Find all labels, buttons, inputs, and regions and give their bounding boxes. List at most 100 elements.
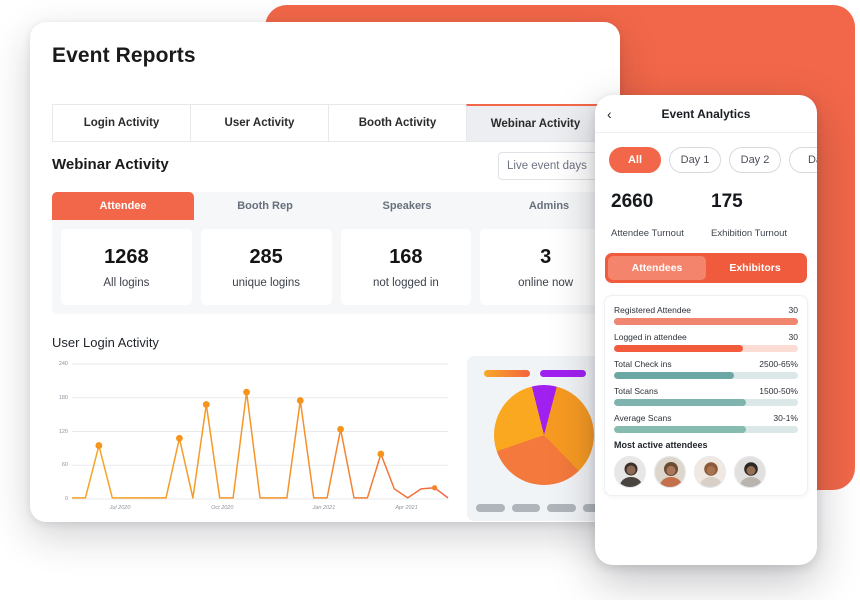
stat-card: 3 online now bbox=[480, 229, 611, 305]
report-tabs: Login Activity User Activity Booth Activ… bbox=[52, 104, 605, 142]
stat-card: 168 not logged in bbox=[340, 229, 472, 305]
attendee-avatar-3[interactable] bbox=[694, 456, 726, 488]
x-axis-tick: Jan 2021 bbox=[312, 505, 336, 511]
metric-header: Registered Attendee 30 bbox=[614, 305, 798, 315]
metric-name: Total Check ins bbox=[614, 359, 672, 369]
stat-value: 168 bbox=[389, 245, 423, 268]
metric-progress-track bbox=[614, 318, 798, 325]
stat-label: All logins bbox=[103, 276, 150, 289]
placeholder-bar bbox=[547, 504, 576, 512]
page-title: Event Reports bbox=[52, 44, 196, 67]
metric-row: Logged in attendee 30 bbox=[614, 332, 798, 352]
attendee-avatar-2[interactable] bbox=[654, 456, 686, 488]
audience-segmented-control: Attendees Exhibitors bbox=[605, 253, 807, 283]
metric-name: Total Scans bbox=[614, 386, 658, 396]
chart-title: User Login Activity bbox=[52, 335, 159, 350]
y-axis-tick: 0 bbox=[64, 496, 68, 502]
role-tab-speakers[interactable]: Speakers bbox=[336, 192, 478, 220]
turnout-stat: 175 Exhibition Turnout bbox=[711, 191, 811, 239]
segment-exhibitors[interactable]: Exhibitors bbox=[706, 256, 804, 280]
section-title: Webinar Activity bbox=[52, 156, 169, 173]
day-filter-all[interactable]: All bbox=[609, 147, 661, 173]
metric-progress-track bbox=[614, 399, 798, 406]
metric-name: Average Scans bbox=[614, 413, 672, 423]
stat-value: 285 bbox=[249, 245, 283, 268]
metric-value: 2500-65% bbox=[759, 359, 798, 369]
metric-row: Total Check ins 2500-65% bbox=[614, 359, 798, 379]
metric-header: Total Check ins 2500-65% bbox=[614, 359, 798, 369]
metric-progress-track bbox=[614, 426, 798, 433]
placeholder-bar bbox=[476, 504, 505, 512]
placeholder-bar bbox=[511, 504, 540, 512]
metric-progress-fill bbox=[614, 318, 798, 325]
pie-chart bbox=[494, 385, 594, 485]
metric-value: 1500-50% bbox=[759, 386, 798, 396]
metric-progress-fill bbox=[614, 426, 747, 433]
y-axis-tick: 120 bbox=[58, 428, 68, 435]
stat-value: 3 bbox=[540, 245, 552, 268]
most-active-avatars bbox=[614, 456, 798, 488]
role-tab-attendee[interactable]: Attendee bbox=[52, 192, 194, 220]
tab-webinar-activity[interactable]: Webinar Activity bbox=[466, 104, 605, 142]
stat-value: 1268 bbox=[104, 245, 149, 268]
turnout-label: Attendee Turnout bbox=[611, 228, 684, 239]
attendee-stats-panel: Attendee Booth Rep Speakers Admins 1268 … bbox=[52, 192, 620, 314]
screenshot-root: Event Reports Login Activity User Activi… bbox=[0, 0, 860, 600]
stat-card-list: 1268 All logins 285 unique logins 168 no… bbox=[52, 220, 620, 314]
metrics-card: Registered Attendee 30 Logged in attendee 3… bbox=[604, 295, 808, 496]
mobile-title: Event Analytics bbox=[661, 106, 751, 121]
legend-pill-series-a bbox=[484, 370, 530, 377]
event-analytics-mobile-panel: ‹ Event Analytics All Day 1 Day 2 Da 266… bbox=[595, 95, 817, 565]
dropdown-value: Live event days bbox=[507, 160, 587, 172]
event-reports-card: Event Reports Login Activity User Activi… bbox=[30, 22, 620, 522]
y-axis-tick: 180 bbox=[58, 394, 68, 401]
turnout-value: 2660 bbox=[611, 191, 654, 212]
metric-value: 30 bbox=[788, 332, 798, 342]
pie-legend bbox=[484, 370, 586, 377]
role-tab-booth-rep[interactable]: Booth Rep bbox=[194, 192, 336, 220]
stat-label: online now bbox=[518, 276, 574, 289]
metric-progress-fill bbox=[614, 399, 747, 406]
day-filter-bar: All Day 1 Day 2 Da bbox=[595, 133, 817, 173]
turnout-stats: 2660 Attendee Turnout 175 Exhibition Tur… bbox=[595, 173, 817, 239]
metric-name: Logged in attendee bbox=[614, 332, 687, 342]
stat-label: unique logins bbox=[232, 276, 301, 289]
day-filter-day-2[interactable]: Day 2 bbox=[729, 147, 781, 173]
y-axis-tick: 60 bbox=[61, 462, 68, 469]
stat-label: not logged in bbox=[372, 276, 439, 289]
y-axis-tick: 240 bbox=[58, 361, 68, 367]
metric-progress-track bbox=[614, 372, 798, 379]
metric-progress-fill bbox=[614, 372, 734, 379]
pie-footer-placeholders bbox=[476, 504, 611, 512]
turnout-label: Exhibition Turnout bbox=[711, 228, 788, 239]
metric-header: Average Scans 30-1% bbox=[614, 413, 798, 423]
attendee-avatar-4[interactable] bbox=[734, 456, 766, 488]
metric-row-list: Registered Attendee 30 Logged in attendee 3… bbox=[614, 305, 798, 433]
segment-attendees[interactable]: Attendees bbox=[608, 256, 706, 280]
role-tab-bar: Attendee Booth Rep Speakers Admins bbox=[52, 192, 620, 220]
turnout-stat: 2660 Attendee Turnout bbox=[611, 191, 711, 239]
line-chart-svg bbox=[72, 363, 449, 500]
metric-value: 30-1% bbox=[773, 413, 798, 423]
turnout-value: 175 bbox=[711, 191, 743, 212]
x-axis-tick: Oct 2020 bbox=[211, 505, 234, 511]
stat-card: 1268 All logins bbox=[61, 229, 192, 305]
metric-name: Registered Attendee bbox=[614, 305, 692, 315]
metric-row: Total Scans 1500-50% bbox=[614, 386, 798, 406]
day-filter-day-1[interactable]: Day 1 bbox=[669, 147, 721, 173]
tab-user-activity[interactable]: User Activity bbox=[190, 104, 329, 142]
attendee-avatar-1[interactable] bbox=[614, 456, 646, 488]
x-axis-tick: Apr 2021 bbox=[395, 505, 418, 511]
metric-row: Average Scans 30-1% bbox=[614, 413, 798, 433]
metric-value: 30 bbox=[788, 305, 798, 315]
legend-pill-series-b bbox=[540, 370, 586, 377]
chevron-left-icon[interactable]: ‹ bbox=[607, 106, 612, 122]
day-filter-day-3[interactable]: Da bbox=[789, 147, 817, 173]
metric-header: Logged in attendee 30 bbox=[614, 332, 798, 342]
most-active-attendees-label: Most active attendees bbox=[614, 440, 708, 450]
stat-card: 285 unique logins bbox=[200, 229, 332, 305]
metric-progress-track bbox=[614, 345, 798, 352]
tab-booth-activity[interactable]: Booth Activity bbox=[328, 104, 467, 142]
user-login-activity-chart: 0 60 120 180 240 Jul 2020 Oct 2020 Jan 2021 Apr… bbox=[52, 356, 452, 521]
tab-login-activity[interactable]: Login Activity bbox=[52, 104, 191, 142]
